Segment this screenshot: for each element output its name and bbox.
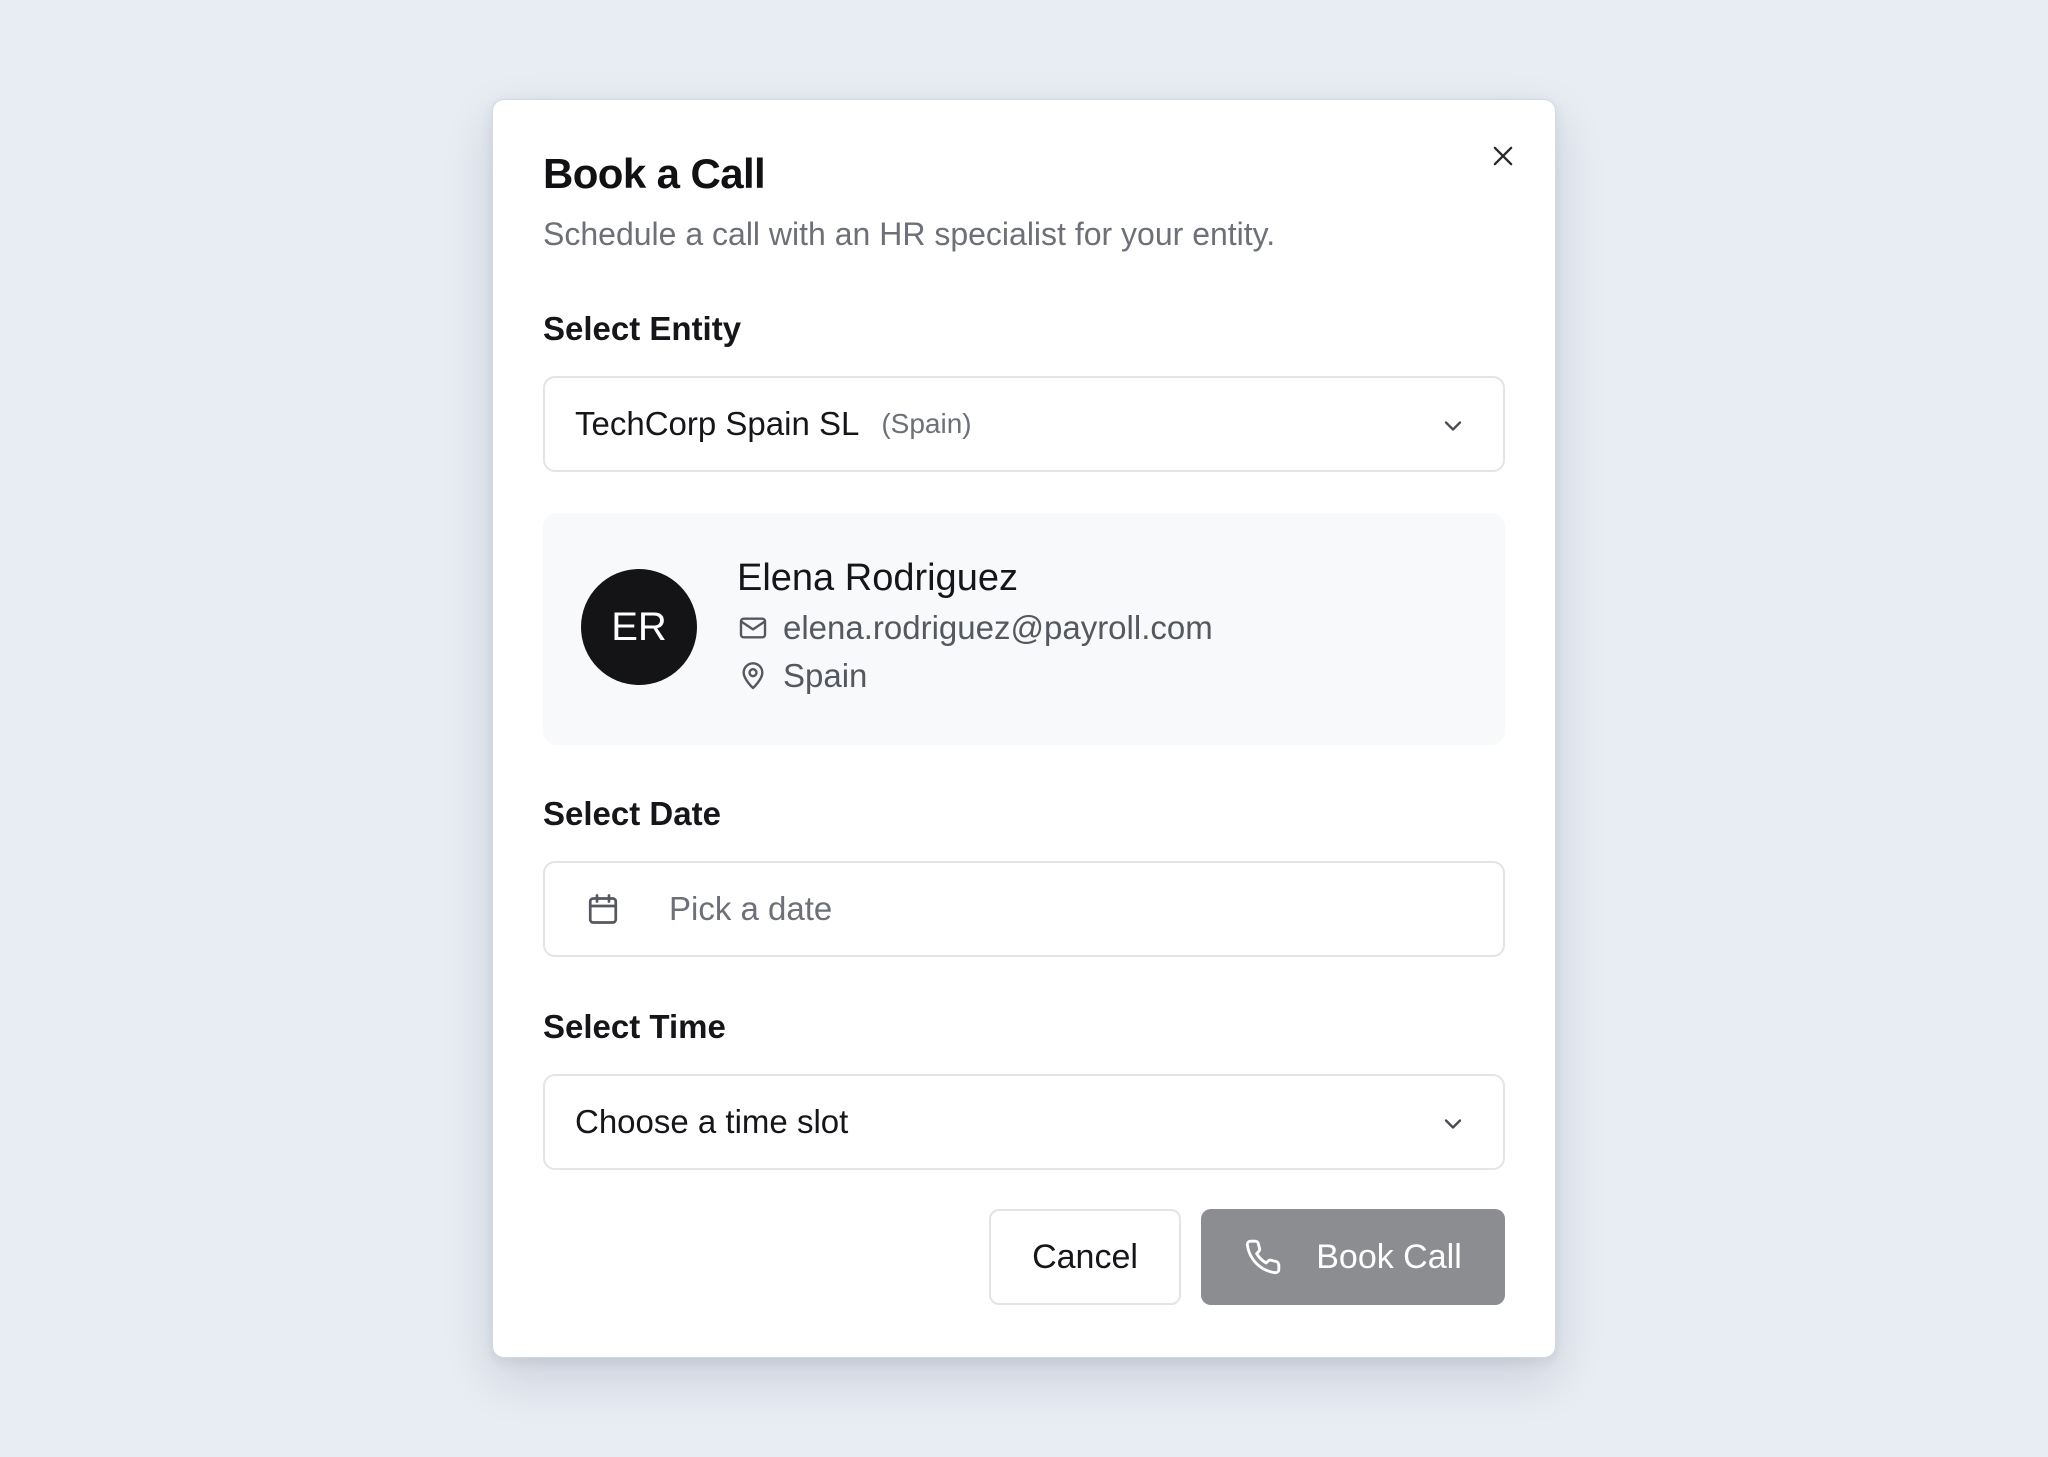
specialist-email: elena.rodriguez@payroll.com [783, 609, 1213, 646]
map-pin-icon [737, 660, 769, 692]
date-picker[interactable]: Pick a date [543, 861, 1505, 957]
mail-icon [737, 612, 769, 644]
time-label: Select Time [543, 1008, 726, 1045]
entity-label: Select Entity [543, 310, 742, 347]
chevron-down-icon [1444, 421, 1462, 431]
book-call-dialog: Book a Call Schedule a call with an HR s… [492, 99, 1556, 1358]
phone-icon [1244, 1238, 1282, 1276]
close-icon [1493, 146, 1513, 166]
calendar-icon [588, 894, 618, 924]
entity-select[interactable]: TechCorp Spain SL (Spain) [543, 376, 1505, 472]
entity-selected-country: (Spain) [881, 408, 972, 439]
close-button[interactable] [1482, 135, 1524, 177]
book-call-label: Book Call [1316, 1237, 1462, 1276]
specialist-name: Elena Rodriguez [737, 557, 1018, 599]
cancel-button[interactable]: Cancel [989, 1209, 1181, 1305]
avatar: ER [581, 569, 697, 685]
time-placeholder: Choose a time slot [575, 1103, 849, 1140]
chevron-down-icon [1444, 1119, 1462, 1129]
specialist-location-row: Spain [737, 657, 867, 695]
date-placeholder: Pick a date [669, 890, 833, 927]
date-label: Select Date [543, 795, 721, 832]
entity-selected-name: TechCorp Spain SL [575, 405, 860, 442]
specialist-card: ER Elena Rodriguez elena.rodriguez@payro… [543, 513, 1505, 745]
time-select[interactable]: Choose a time slot [543, 1074, 1505, 1170]
specialist-location: Spain [783, 657, 868, 694]
dialog-title: Book a Call [543, 150, 766, 197]
dialog-subtitle: Schedule a call with an HR specialist fo… [543, 216, 1276, 252]
specialist-email-row: elena.rodriguez@payroll.com [737, 609, 1213, 647]
book-call-button[interactable]: Book Call [1201, 1209, 1505, 1305]
